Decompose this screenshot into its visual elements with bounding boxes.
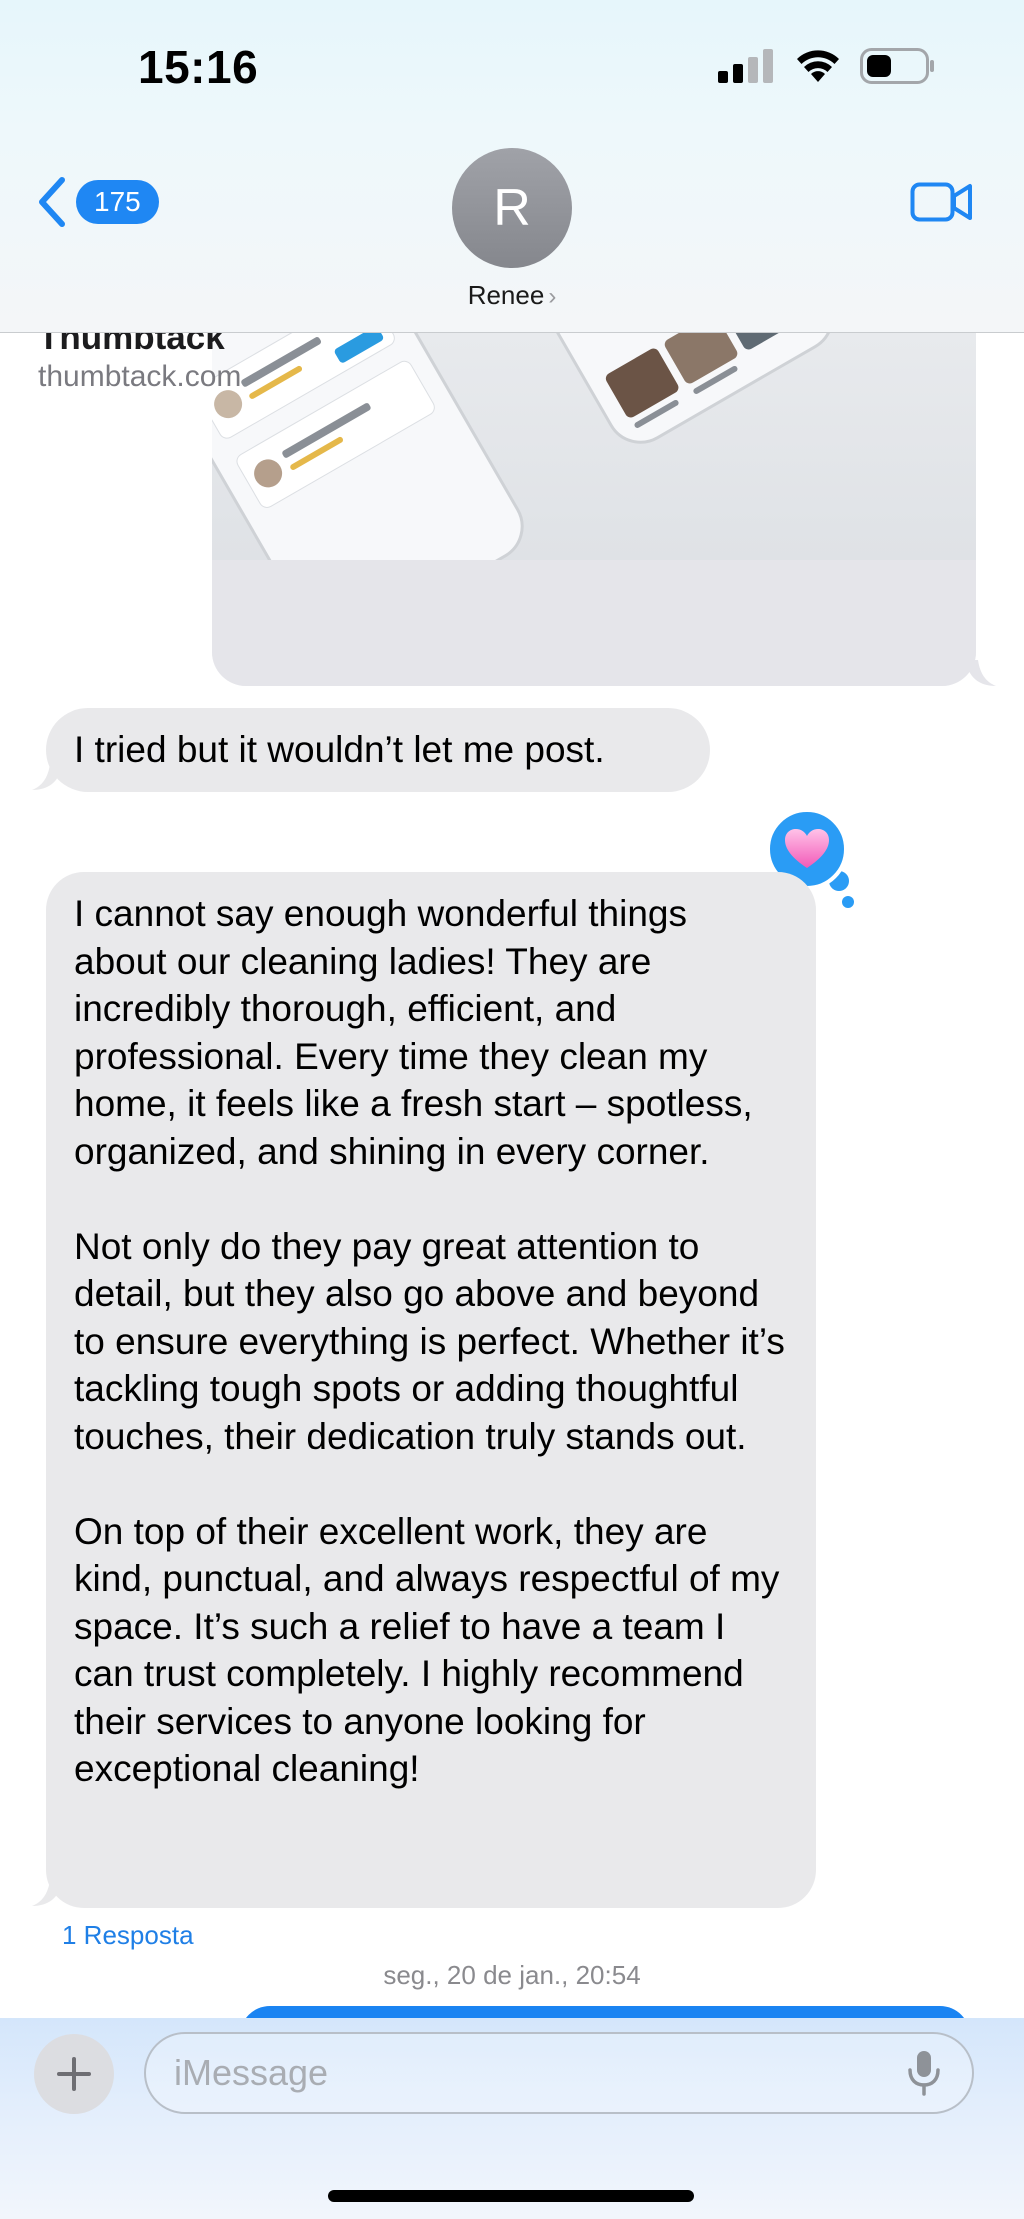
- received-message-bubble[interactable]: I tried but it wouldn’t let me post.: [46, 708, 710, 792]
- bubble-tail: [32, 1880, 62, 1906]
- wifi-icon: [797, 50, 839, 82]
- video-camera-icon: [910, 182, 972, 222]
- message-paragraph: On top of their excellent work, they are…: [74, 1510, 780, 1790]
- message-paragraph: I cannot say enough wonderful things abo…: [74, 893, 753, 1172]
- facetime-video-button[interactable]: [910, 180, 974, 229]
- microphone-icon: [908, 2051, 940, 2096]
- received-message-bubble[interactable]: I cannot say enough wonderful things abo…: [46, 872, 816, 1908]
- message-input[interactable]: [144, 2032, 974, 2114]
- status-time: 15:16: [138, 41, 259, 93]
- link-preview-domain: thumbtack.com: [38, 360, 242, 393]
- contact-name-button[interactable]: Renee ›: [0, 280, 1024, 311]
- cellular-signal-icon: [718, 49, 773, 83]
- back-button[interactable]: 175: [36, 176, 159, 228]
- chevron-left-icon: [39, 177, 65, 227]
- message-paragraph: Not only do they pay great attention to …: [74, 1225, 785, 1457]
- link-preview-image: [212, 300, 976, 560]
- unread-count-badge: 175: [76, 180, 159, 224]
- message-text: I tried but it wouldn’t let me post.: [74, 729, 605, 770]
- home-indicator: [328, 2190, 694, 2202]
- bubble-tail: [32, 764, 62, 790]
- status-icons: [718, 48, 936, 84]
- conversation-header: 15:16 175 R Renee ›: [0, 0, 1024, 333]
- chevron-right-icon: ›: [548, 283, 557, 310]
- link-preview-card[interactable]: [212, 300, 976, 686]
- bubble-tail: [966, 660, 996, 686]
- dictation-button[interactable]: [906, 2050, 942, 2101]
- reaction-tail-dot: [842, 896, 854, 908]
- message-timestamp: seg., 20 de jan., 20:54: [383, 1960, 641, 1990]
- heart-icon: [785, 829, 829, 868]
- reply-count-link[interactable]: 1 Resposta: [62, 1920, 194, 1951]
- contact-avatar[interactable]: R: [452, 148, 572, 268]
- link-preview-meta: [212, 560, 976, 686]
- apps-plus-button[interactable]: [34, 2034, 114, 2114]
- contact-name: Renee: [467, 280, 545, 310]
- plus-icon: [57, 2057, 91, 2091]
- battery-icon: [860, 48, 934, 84]
